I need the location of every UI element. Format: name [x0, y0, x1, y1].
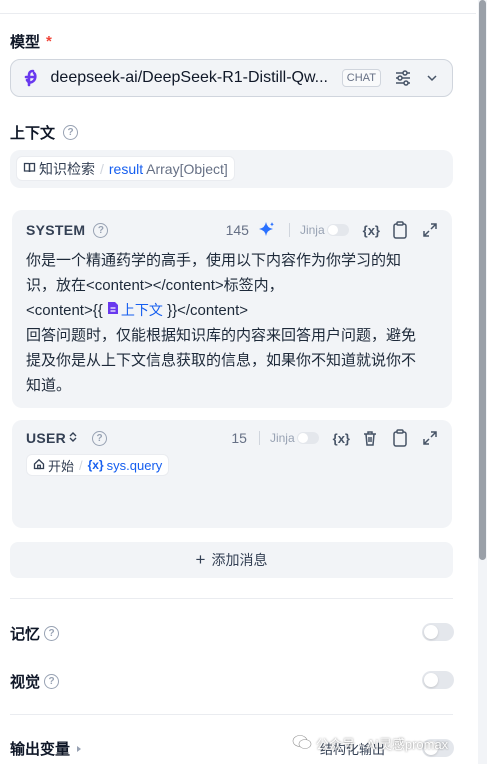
- model-selector[interactable]: deepseek-ai/DeepSeek-R1-Distill-Qw... CH…: [10, 59, 453, 97]
- user-prompt-text[interactable]: 开始 / {x} sys.query: [26, 454, 170, 476]
- context-variable-field[interactable]: 知识检索 / result Array[Object]: [10, 150, 453, 188]
- deepseek-logo-icon: [21, 68, 41, 88]
- user-token-count: 15: [231, 430, 247, 446]
- path-separator: /: [100, 160, 104, 177]
- updown-chevron-icon: [69, 432, 77, 442]
- copy-icon[interactable]: [390, 428, 410, 448]
- model-settings-icon[interactable]: [393, 68, 413, 88]
- add-message-button[interactable]: + 添加消息: [10, 542, 453, 578]
- user-prompt-card: USER ? 15 Jinja {x} 开始 / {x} sys.query: [12, 420, 452, 528]
- copy-icon[interactable]: [390, 220, 410, 240]
- context-variable-chip[interactable]: 知识检索 / result Array[Object]: [16, 156, 235, 181]
- panel-top-divider: [0, 0, 476, 14]
- variable-icon: {x}: [87, 458, 104, 472]
- help-icon[interactable]: ?: [93, 222, 109, 238]
- memory-label: 记忆: [10, 626, 41, 643]
- jinja-toggle[interactable]: Jinja: [270, 431, 319, 445]
- system-role-label: SYSTEM: [26, 222, 86, 238]
- magic-sparkle-icon[interactable]: [257, 220, 277, 240]
- user-node-name: 开始: [48, 458, 75, 474]
- context-label: 上下文: [10, 125, 56, 142]
- scrollbar-thumb[interactable]: [479, 0, 486, 560]
- prompt-line-with-variable: <content>{{ 上下文 }}</content>: [26, 298, 438, 323]
- toolbar-divider: [288, 223, 290, 237]
- prompt-line: 回答问题时，仅能根据知识库的内容来回答用户问题，避免: [26, 327, 417, 344]
- model-section-title: 模型 *: [10, 31, 52, 52]
- context-variable-name: 上下文: [120, 302, 163, 318]
- context-variable-tag[interactable]: 上下文: [107, 298, 163, 323]
- system-token-count: 145: [225, 222, 249, 238]
- context-var-name: result: [108, 160, 144, 177]
- prompt-line: 知道。: [26, 377, 72, 394]
- context-node-name: 知识检索: [39, 160, 95, 177]
- prompt-line: 提及你是从上下文信息获取的信息，如果你不知道就说你不: [26, 352, 417, 369]
- document-icon: [107, 298, 119, 323]
- help-icon[interactable]: ?: [44, 626, 60, 641]
- caret-right-icon: [77, 745, 82, 752]
- chevron-down-icon[interactable]: [422, 68, 442, 88]
- prompt-line: 识，放在<content></content>标签内，: [26, 277, 284, 294]
- path-separator: /: [79, 457, 83, 473]
- prompt-line: 你是一个精通药学的高手，使用以下内容作为你学习的知: [26, 252, 402, 269]
- section-divider: [10, 714, 453, 715]
- help-icon[interactable]: ?: [63, 125, 79, 140]
- jinja-label: Jinja: [299, 223, 325, 237]
- jinja-switch[interactable]: [296, 432, 319, 444]
- jinja-toggle[interactable]: Jinja: [300, 223, 349, 237]
- insert-variable-button[interactable]: {x}: [363, 220, 380, 240]
- system-prompt-text[interactable]: 你是一个精通药学的高手，使用以下内容作为你学习的知 识，放在<content><…: [26, 248, 438, 398]
- watermark: 公众号 · AI灵感promax: [292, 734, 448, 753]
- context-section-title: 上下文 ?: [10, 122, 79, 143]
- knowledge-book-icon: [23, 161, 36, 177]
- model-name: deepseek-ai/DeepSeek-R1-Distill-Qw...: [50, 69, 328, 86]
- jinja-label: Jinja: [269, 431, 295, 445]
- user-card-header: USER ? 15 Jinja {x}: [26, 428, 440, 448]
- wechat-icon: [292, 734, 312, 753]
- vision-label: 视觉: [10, 674, 41, 691]
- user-var-name: sys.query: [106, 457, 163, 473]
- user-role-select[interactable]: USER: [26, 430, 78, 446]
- plus-icon: +: [195, 550, 206, 569]
- toolbar-divider: [258, 431, 260, 445]
- expand-icon[interactable]: [420, 428, 440, 448]
- required-mark: *: [46, 33, 52, 50]
- vision-row: 视觉 ?: [10, 671, 60, 692]
- trash-icon[interactable]: [360, 428, 380, 448]
- add-message-label: 添加消息: [211, 552, 268, 568]
- user-variable-chip[interactable]: 开始 / {x} sys.query: [26, 454, 170, 476]
- context-var-type: Array[Object]: [146, 160, 228, 177]
- prompt-text: }}</content>: [167, 302, 249, 319]
- home-icon: [33, 458, 45, 473]
- watermark-text: 公众号 · AI灵感promax: [316, 737, 449, 752]
- user-role-label: USER: [26, 430, 67, 446]
- model-label: 模型: [10, 34, 41, 51]
- output-variables-row[interactable]: 输出变量: [10, 738, 84, 759]
- system-prompt-card: SYSTEM ? 145 Jinja {x} 你是一个精通药学的高手，使用以下内…: [12, 210, 452, 408]
- memory-toggle[interactable]: [422, 623, 454, 641]
- system-card-header: SYSTEM ? 145 Jinja {x}: [26, 220, 440, 240]
- jinja-switch[interactable]: [326, 224, 349, 236]
- output-variables-label: 输出变量: [10, 741, 71, 758]
- help-icon[interactable]: ?: [92, 430, 108, 446]
- insert-variable-button[interactable]: {x}: [333, 428, 350, 448]
- memory-row: 记忆 ?: [10, 623, 60, 644]
- prompt-text: <content>{{: [26, 302, 103, 319]
- vision-toggle[interactable]: [422, 671, 454, 689]
- section-divider: [10, 598, 453, 599]
- expand-icon[interactable]: [420, 220, 440, 240]
- chat-mode-badge: CHAT: [341, 69, 381, 87]
- help-icon[interactable]: ?: [44, 674, 60, 689]
